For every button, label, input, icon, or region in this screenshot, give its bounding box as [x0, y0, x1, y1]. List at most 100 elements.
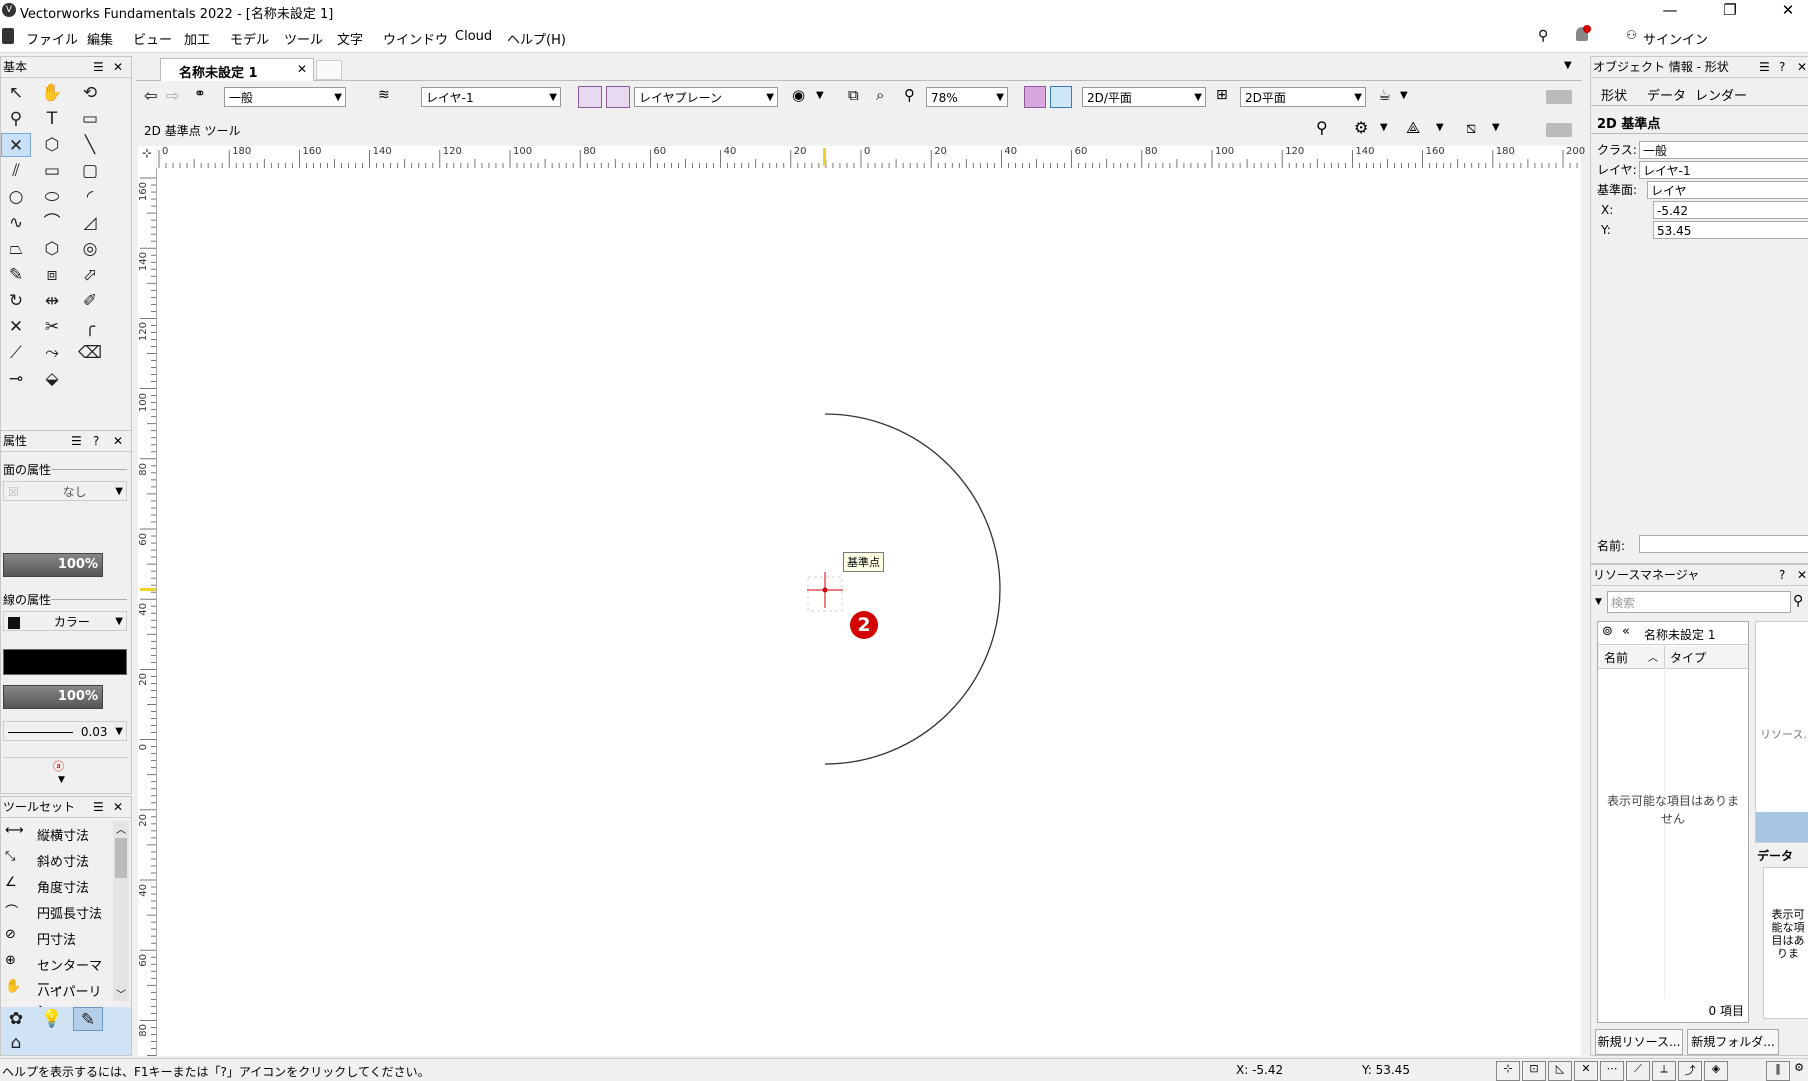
snap-surface-icon[interactable]: ◈ — [1704, 1061, 1728, 1081]
snap-angle-icon[interactable]: ◺ — [1548, 1061, 1572, 1081]
flyover-tool-icon[interactable]: ⟲ — [75, 81, 105, 105]
class-visibility-icon[interactable]: ⚭ — [194, 86, 206, 102]
snap-edge-icon[interactable]: ⤴ — [1678, 1061, 1702, 1081]
expand-attributes-icon[interactable]: ▼ — [58, 775, 65, 785]
resize-tool-icon[interactable]: ⧈ — [37, 263, 67, 287]
pen-opacity-bar[interactable]: 100% — [3, 685, 103, 709]
pause-icon[interactable]: ‖ — [1766, 1061, 1790, 1081]
toolset-item[interactable]: ⊕ センターマー... — [1, 951, 111, 993]
menu-edit[interactable]: 編集 — [87, 29, 113, 48]
spiral-tool-icon[interactable]: ◎ — [75, 237, 105, 261]
selection-tool-icon[interactable]: ↖ — [1, 81, 31, 105]
minimize-button[interactable]: — — [1650, 0, 1690, 22]
sheet-layer-icon[interactable] — [578, 86, 602, 108]
palette-menu-icon[interactable]: ☰ — [93, 57, 104, 77]
eyedropper-tool-icon[interactable]: ✎ — [1, 263, 31, 287]
light-options-dropdown-icon[interactable]: ▼ — [1400, 90, 1408, 101]
column-name-header[interactable]: 名前 — [1604, 649, 1628, 666]
column-type-header[interactable]: タイプ — [1670, 649, 1706, 666]
layer-field[interactable]: レイヤ-1 — [1639, 161, 1808, 179]
toolset-item[interactable]: ⤡ 斜め寸法 — [1, 847, 111, 871]
render-dropdown[interactable]: 2D平面 ▼ — [1240, 87, 1366, 107]
mirror-tool-icon[interactable]: ⇹ — [37, 289, 67, 313]
snap-box-icon[interactable]: ⊹ — [1496, 1061, 1520, 1081]
snap-distance-icon[interactable]: ⋯ — [1600, 1061, 1624, 1081]
line-weight-dropdown[interactable]: 0.03 ▼ — [3, 721, 127, 741]
resource-manager-help-icon[interactable]: ? — [1779, 565, 1785, 585]
tab-render[interactable]: レンダー — [1695, 85, 1747, 104]
reshape-tool-icon[interactable]: ✐ — [75, 289, 105, 313]
new-resource-button[interactable]: 新規リソース... — [1595, 1029, 1683, 1055]
double-line-polygon-tool-icon[interactable]: ⏢ — [1, 237, 31, 261]
split-tool-icon[interactable]: ✂ — [37, 315, 67, 339]
scroll-thumb[interactable] — [115, 838, 127, 878]
menu-model[interactable]: モデル — [230, 29, 269, 48]
toolset-menu-icon[interactable]: ☰ — [93, 797, 104, 817]
class-dropdown[interactable]: 一般 ▼ — [224, 87, 346, 107]
toolset-item[interactable]: ⊘ 円寸法 — [1, 925, 111, 949]
polyline-tool-icon[interactable]: ⌒ — [37, 211, 67, 235]
y-field[interactable]: 53.45 — [1653, 221, 1808, 239]
offset-tool-icon[interactable]: ⤳ — [37, 341, 67, 365]
menu-text[interactable]: 文字 — [337, 29, 363, 48]
app-menu-icon[interactable] — [2, 28, 14, 44]
arrowhead-control[interactable]: ⓐ — [3, 757, 127, 774]
connect-tool-icon[interactable]: ⊸ — [1, 367, 31, 391]
restore-button[interactable]: ❐ — [1710, 0, 1750, 22]
locus-mode-icon[interactable]: ⚲ — [1316, 118, 1328, 137]
plane-dropdown[interactable]: レイヤプレーン ▼ — [634, 87, 778, 107]
symbol-tool-icon[interactable]: ⬡ — [37, 133, 67, 157]
attributes-menu-icon[interactable]: ☰ — [71, 431, 82, 451]
trim-tool-icon[interactable]: ✕ — [1, 315, 31, 339]
rotate-tool-icon[interactable]: ↻ — [1, 289, 31, 313]
menu-modify[interactable]: 加工 — [184, 29, 210, 48]
render-settings-icon[interactable]: ⊞ — [1216, 87, 1228, 103]
menu-help[interactable]: ヘルプ(H) — [507, 29, 566, 48]
plane-field[interactable]: レイヤ — [1647, 181, 1808, 199]
locus-tool-icon[interactable]: ✕ — [1, 133, 31, 157]
resource-search-icon[interactable]: ⚲ — [1793, 593, 1803, 609]
toolset-item[interactable]: ∠ 角度寸法 — [1, 873, 111, 897]
freehand-tool-icon[interactable]: ∿ — [1, 211, 31, 235]
building-shell-tab-icon[interactable]: ⌂ — [1, 1031, 31, 1055]
snap-intersection-icon[interactable]: ✕ — [1574, 1061, 1598, 1081]
menu-tools[interactable]: ツール — [284, 29, 323, 48]
scroll-down-icon[interactable]: ﹀ — [113, 986, 129, 1001]
rounded-rect-tool-icon[interactable]: ▢ — [75, 159, 105, 183]
zoom-icon[interactable]: ⚲ — [904, 86, 915, 104]
pan-tool-icon[interactable]: ✋ — [37, 81, 67, 105]
unified-view-dropdown-icon[interactable]: ▼ — [816, 90, 824, 101]
toolset-item[interactable]: ⟷ 縦横寸法 — [1, 821, 111, 845]
forward-arrow-icon[interactable]: ⇨ — [166, 86, 179, 105]
fillet-tool-icon[interactable]: ╭ — [75, 315, 105, 339]
search-options-icon[interactable]: ▼ — [1595, 597, 1602, 607]
scroll-up-icon[interactable]: ︿ — [113, 821, 129, 836]
move-tool-icon[interactable]: ⬀ — [75, 263, 105, 287]
palette-close-icon[interactable]: ✕ — [113, 57, 123, 77]
eraser-tool-icon[interactable]: ⌫ — [75, 341, 105, 365]
toolset-item[interactable]: ⌒ 円弧長寸法 — [1, 899, 111, 923]
toolset-item[interactable]: ✋ ハイパーリン... — [1, 977, 111, 1019]
back-arrow-icon[interactable]: ⇦ — [144, 86, 157, 105]
resource-manager-close-icon[interactable]: ✕ — [1797, 565, 1807, 585]
snap-tangent-icon[interactable]: ⟋ — [1626, 1061, 1650, 1081]
tab-data[interactable]: データ — [1647, 85, 1686, 104]
menu-cloud[interactable]: Cloud — [455, 29, 492, 44]
zoom-tool-icon[interactable]: ⚲ — [1, 107, 31, 131]
arc-tool-icon[interactable]: ◜ — [75, 185, 105, 209]
ruler-origin-icon[interactable]: ⊹ — [138, 146, 156, 168]
mode-bar-collapse-icon[interactable] — [1546, 123, 1572, 137]
collapse-icon[interactable]: « — [1622, 624, 1630, 639]
rectangle-tool-icon[interactable]: ▭ — [37, 159, 67, 183]
signin-link[interactable]: サインイン — [1643, 29, 1708, 48]
line-tool-icon[interactable]: ╲ — [75, 133, 105, 157]
horizontal-ruler[interactable]: 0 180 160 140 120 100 80 60 40 20 0 20 40 60 80 100 120 1… — [157, 146, 1585, 169]
polygon-tool-icon[interactable]: ◿ — [75, 211, 105, 235]
light-options-icon[interactable]: ☕ — [1378, 86, 1391, 104]
menu-window[interactable]: ウインドウ — [383, 29, 448, 48]
layer-dropdown[interactable]: レイヤ-1 ▼ — [421, 87, 561, 107]
text-tool-icon[interactable]: T — [37, 107, 67, 131]
preferences-dropdown-icon[interactable]: ▼ — [1380, 122, 1388, 133]
pen-color-swatch[interactable] — [3, 649, 127, 675]
drawing-canvas[interactable]: 基準点 2 — [157, 168, 1581, 1056]
